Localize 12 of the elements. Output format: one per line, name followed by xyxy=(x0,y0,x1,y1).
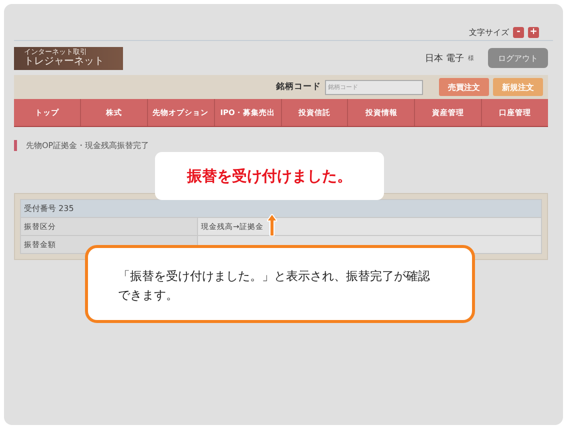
order-button[interactable]: 売買注文 xyxy=(439,78,489,96)
search-label: 銘柄コード xyxy=(276,81,321,93)
explanation-callout: 「振替を受け付けました。」と表示され、振替完了が確認できます。 xyxy=(85,245,475,323)
font-size-button[interactable]: - xyxy=(513,26,524,38)
user-name: 日本 電子 xyxy=(425,52,464,64)
arrow-icon xyxy=(267,214,277,236)
font-size-button[interactable]: + xyxy=(528,26,539,38)
callout: 振替を受け付けました。 xyxy=(155,152,384,200)
table-header: 受付番号 235 xyxy=(20,200,542,218)
order-button[interactable]: 新規注文 xyxy=(493,78,543,96)
logout-button[interactable]: ログアウト xyxy=(488,48,548,68)
font-size-label: 文字サイズ xyxy=(469,26,509,38)
